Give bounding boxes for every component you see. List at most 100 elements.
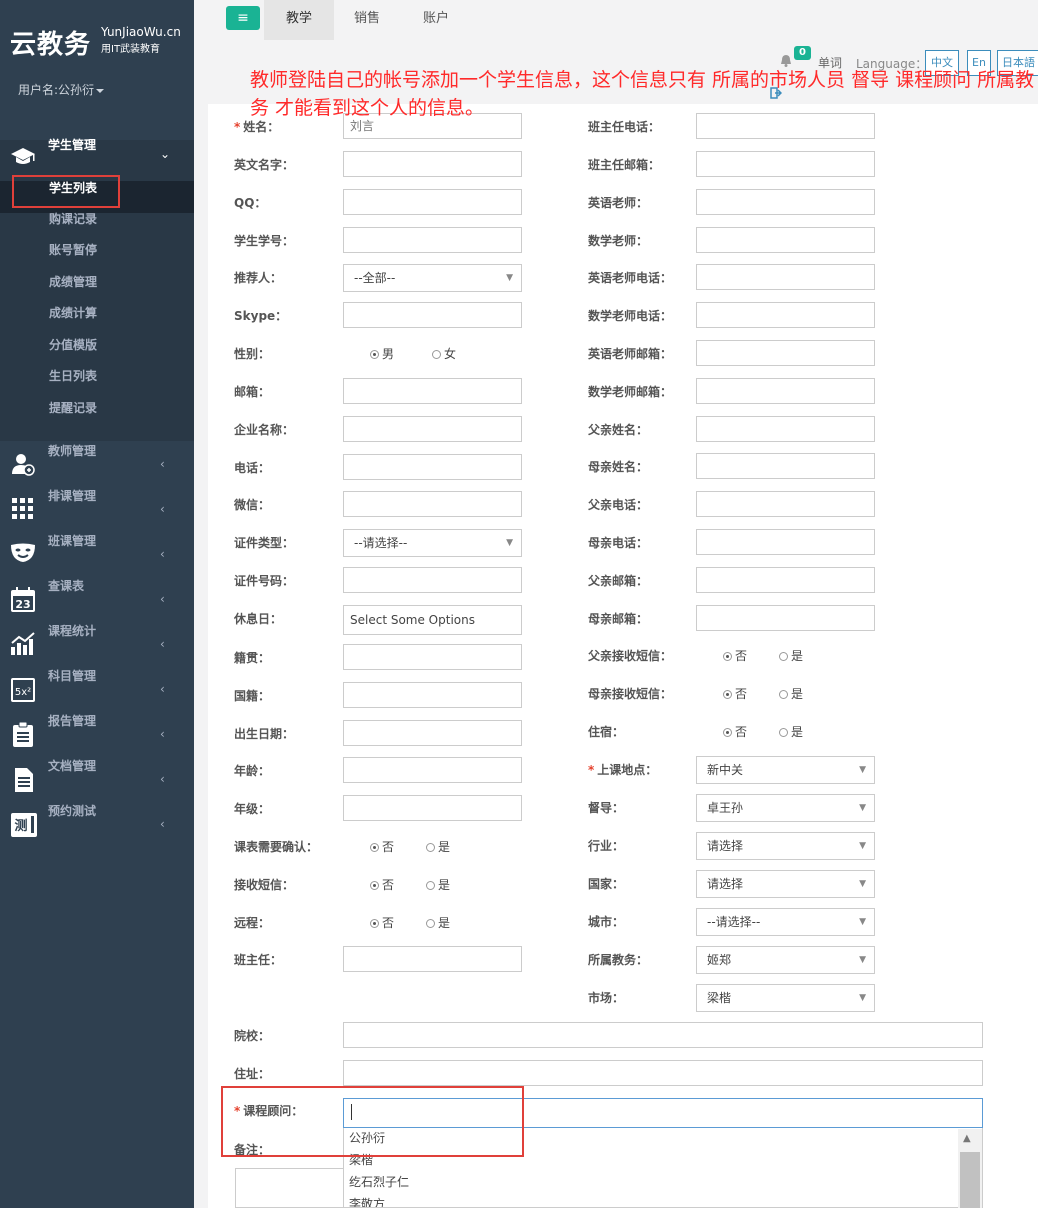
father-name-input[interactable]: [696, 416, 875, 442]
country-label: 国家：: [588, 877, 625, 891]
mother-name-input[interactable]: [696, 453, 875, 479]
skype-label: Skype：: [234, 309, 288, 323]
email-input[interactable]: [343, 378, 522, 404]
scrollbar-thumb[interactable]: [960, 1152, 980, 1208]
math-teacher-phone-input[interactable]: [696, 302, 875, 328]
sidebar-sub-purchase[interactable]: 购课记录: [0, 212, 194, 244]
qq-input[interactable]: [343, 189, 522, 215]
receive-sms-no-radio[interactable]: 否: [370, 878, 394, 892]
company-input[interactable]: [343, 416, 522, 442]
address-input[interactable]: [343, 1060, 983, 1086]
scroll-up-icon[interactable]: ▲: [963, 1133, 971, 1144]
boarding-no-radio[interactable]: 否: [723, 725, 747, 739]
student-no-label: 学生学号：: [234, 234, 295, 248]
select-value: 新中关: [707, 763, 744, 777]
city-select[interactable]: --请选择-- ▼: [696, 908, 875, 936]
sidebar-item-label: 排课管理: [48, 489, 97, 503]
company-label: 企业名称：: [234, 423, 295, 437]
nationality-label: 国籍：: [234, 689, 271, 703]
en-teacher-phone-input[interactable]: [696, 264, 875, 290]
caret-down-icon: [96, 88, 105, 93]
sidebar-item-class[interactable]: 班课管理 ‹: [0, 534, 194, 574]
radio-label: 是: [438, 840, 451, 854]
schedule-confirm-yes-radio[interactable]: 是: [426, 840, 450, 854]
father-email-input[interactable]: [696, 567, 875, 593]
native-input[interactable]: [343, 644, 522, 670]
remote-no-radio[interactable]: 否: [370, 916, 394, 930]
country-select[interactable]: 请选择 ▼: [696, 870, 875, 898]
remark-textarea[interactable]: [235, 1168, 343, 1208]
advisor-option[interactable]: 纥石烈子仁: [349, 1175, 409, 1189]
sidebar-item-test[interactable]: 测 预约测试 ‹: [0, 804, 194, 844]
nationality-input[interactable]: [343, 682, 522, 708]
id-type-select[interactable]: --请选择-- ▼: [343, 529, 522, 557]
industry-select[interactable]: 请选择 ▼: [696, 832, 875, 860]
en-teacher-email-input[interactable]: [696, 340, 875, 366]
rest-day-multiselect[interactable]: Select Some Options: [343, 605, 522, 635]
teacher-icon: [10, 452, 36, 476]
ht-email-input[interactable]: [696, 151, 875, 177]
tab-teaching[interactable]: 教学: [264, 0, 334, 40]
schedule-confirm-no-radio[interactable]: 否: [370, 840, 394, 854]
skype-input[interactable]: [343, 302, 522, 328]
receive-sms-yes-radio[interactable]: 是: [426, 878, 450, 892]
industry-label: 行业：: [588, 839, 625, 853]
sidebar-item-student[interactable]: 学生管理 ⌄: [0, 138, 194, 178]
mother-email-input[interactable]: [696, 605, 875, 631]
mother-sms-no-radio[interactable]: 否: [723, 687, 747, 701]
student-no-input[interactable]: [343, 227, 522, 253]
father-sms-no-radio[interactable]: 否: [723, 649, 747, 663]
user-menu[interactable]: 用户名:公孙衍: [18, 81, 105, 98]
sidebar-sub-suspend[interactable]: 账号暂停: [0, 243, 194, 275]
menu-toggle-button[interactable]: ≡: [226, 6, 260, 30]
boarding-yes-radio[interactable]: 是: [779, 725, 803, 739]
father-sms-yes-radio[interactable]: 是: [779, 649, 803, 663]
sidebar-sub-scores[interactable]: 成绩管理: [0, 275, 194, 307]
radio-dot: [426, 843, 435, 852]
remote-yes-radio[interactable]: 是: [426, 916, 450, 930]
radio-dot: [370, 881, 379, 890]
math-teacher-input[interactable]: [696, 227, 875, 253]
grade-input[interactable]: [343, 795, 522, 821]
sidebar-item-timetable[interactable]: 23 查课表 ‹: [0, 579, 194, 619]
mother-sms-yes-radio[interactable]: 是: [779, 687, 803, 701]
sidebar-item-stats[interactable]: 课程统计 ‹: [0, 624, 194, 664]
math-teacher-email-input[interactable]: [696, 378, 875, 404]
age-input[interactable]: [343, 757, 522, 783]
sidebar-sub-template[interactable]: 分值模版: [0, 338, 194, 370]
sidebar-sub-reminders[interactable]: 提醒记录: [0, 401, 194, 433]
sidebar-sub-birthday[interactable]: 生日列表: [0, 369, 194, 401]
sidebar-item-label: 报告管理: [48, 714, 97, 728]
tab-sales[interactable]: 销售: [334, 0, 400, 40]
en-teacher-input[interactable]: [696, 189, 875, 215]
id-no-input[interactable]: [343, 567, 522, 593]
father-phone-input[interactable]: [696, 491, 875, 517]
sidebar-item-teacher[interactable]: 教师管理 ‹: [0, 444, 194, 484]
academic-select[interactable]: 姬郑 ▼: [696, 946, 875, 974]
gender-female-radio[interactable]: 女: [432, 347, 456, 361]
school-input[interactable]: [343, 1022, 983, 1048]
wechat-input[interactable]: [343, 491, 522, 517]
sidebar-item-label: 科目管理: [48, 669, 97, 683]
birthday-input[interactable]: [343, 720, 522, 746]
math-teacher-email-label: 数学老师邮箱：: [588, 385, 673, 399]
sidebar-item-document[interactable]: 文档管理 ‹: [0, 759, 194, 799]
phone-input[interactable]: [343, 454, 522, 480]
head-teacher-input[interactable]: [343, 946, 522, 972]
gender-male-radio[interactable]: 男: [370, 347, 394, 361]
supervisor-select[interactable]: 卓王孙 ▼: [696, 794, 875, 822]
radio-label: 是: [791, 649, 804, 663]
english-name-input[interactable]: [343, 151, 522, 177]
sidebar-item-report[interactable]: 报告管理 ‹: [0, 714, 194, 754]
sidebar-item-label: 班课管理: [48, 534, 97, 548]
sidebar-item-schedule[interactable]: 排课管理 ‹: [0, 489, 194, 529]
location-select[interactable]: 新中关 ▼: [696, 756, 875, 784]
advisor-option[interactable]: 李敬方: [349, 1197, 385, 1207]
sidebar-sub-score-calc[interactable]: 成绩计算: [0, 306, 194, 338]
name-label: * 姓名：: [234, 120, 279, 134]
mother-phone-input[interactable]: [696, 529, 875, 555]
market-select[interactable]: 梁楷 ▼: [696, 984, 875, 1012]
referrer-select[interactable]: --全部-- ▼: [343, 264, 522, 292]
tab-account[interactable]: 账户: [402, 0, 470, 40]
sidebar-item-subject[interactable]: 5x² 科目管理 ‹: [0, 669, 194, 709]
